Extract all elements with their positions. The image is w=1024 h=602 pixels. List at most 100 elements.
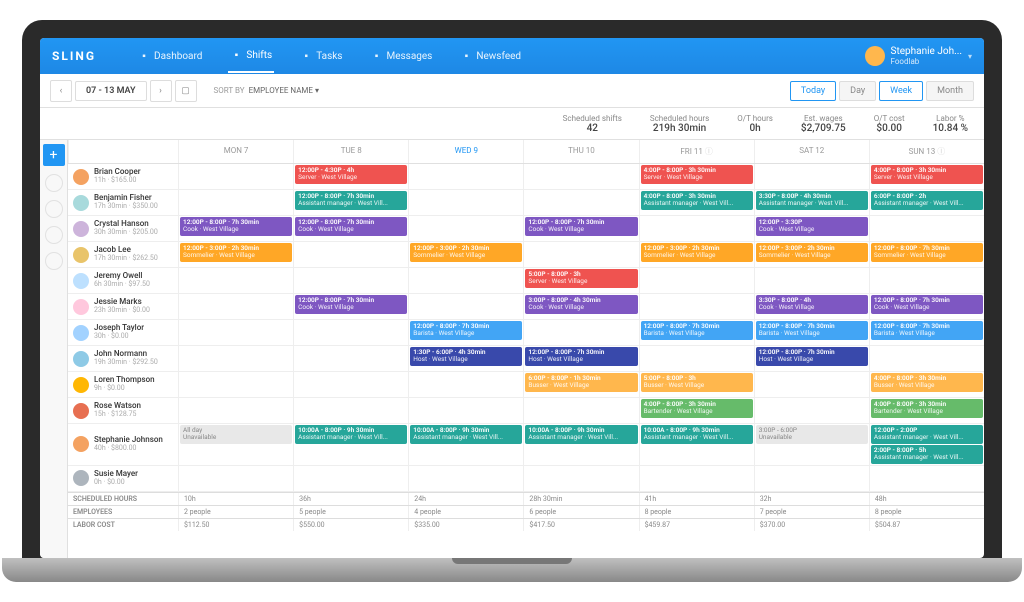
shift-block[interactable]: 12:00P - 3:00P · 2h 30minSommelier · Wes…	[641, 243, 753, 262]
shift-cell[interactable]: All dayUnavailable	[178, 424, 293, 465]
shift-cell[interactable]	[408, 466, 523, 491]
shift-block[interactable]: 12:00P - 3:30PCook · West Village	[756, 217, 868, 236]
week-view-button[interactable]: Week	[879, 81, 923, 101]
sort-dropdown[interactable]: EMPLOYEE NAME ▾	[249, 86, 319, 95]
shift-cell[interactable]: 10:00A - 8:00P · 9h 30minAssistant manag…	[639, 424, 754, 465]
nav-shifts[interactable]: ▪Shifts	[228, 39, 274, 73]
shift-block[interactable]: 1:30P - 6:00P · 4h 30minHost · West Vill…	[410, 347, 522, 366]
shift-block[interactable]: 12:00P - 2:00PAssistant manager · West V…	[871, 425, 983, 444]
shift-cell[interactable]	[639, 346, 754, 371]
shift-cell[interactable]	[293, 466, 408, 491]
shift-block[interactable]: 4:00P - 8:00P · 3h 30minBartender · West…	[871, 399, 983, 418]
month-view-button[interactable]: Month	[926, 81, 974, 101]
shift-cell[interactable]	[869, 466, 984, 491]
shift-cell[interactable]: 12:00P - 8:00P · 7h 30minCook · West Vil…	[293, 216, 408, 241]
shift-cell[interactable]: 12:00P - 8:00P · 7h 30minCook · West Vil…	[869, 294, 984, 319]
shift-block[interactable]: 12:00P - 8:00P · 7h 30minHost · West Vil…	[756, 347, 868, 366]
people-icon[interactable]	[45, 200, 63, 218]
shift-cell[interactable]: 5:00P - 8:00P · 3hBusser · West Village	[639, 372, 754, 397]
shift-cell[interactable]	[754, 372, 869, 397]
shift-cell[interactable]	[639, 216, 754, 241]
unavailable-block[interactable]: 3:00P - 6:00PUnavailable	[756, 425, 868, 444]
shift-block[interactable]: 12:00P - 8:00P · 7h 30minSommelier · Wes…	[871, 243, 983, 262]
employee-cell[interactable]: Crystal Hanson30h 30min · $205.00	[68, 216, 178, 241]
shift-cell[interactable]	[293, 346, 408, 371]
shift-cell[interactable]: 12:00P - 8:00P · 7h 30minAssistant manag…	[293, 190, 408, 215]
shift-block[interactable]: 3:30P - 8:00P · 4h 30minAssistant manage…	[756, 191, 868, 210]
shift-block[interactable]: 4:00P - 8:00P · 3h 30minBartender · West…	[641, 399, 753, 418]
shift-cell[interactable]: 12:00P - 3:30PCook · West Village	[754, 216, 869, 241]
shift-cell[interactable]	[178, 346, 293, 371]
filter-icon[interactable]	[45, 252, 63, 270]
shift-cell[interactable]: 12:00P - 8:00P · 7h 30minBarista · West …	[408, 320, 523, 345]
shift-cell[interactable]	[523, 466, 638, 491]
today-button[interactable]: Today	[790, 81, 836, 101]
nav-messages[interactable]: ▪Messages	[368, 40, 434, 72]
shift-cell[interactable]: 12:00P - 8:00P · 7h 30minHost · West Vil…	[523, 346, 638, 371]
day-view-button[interactable]: Day	[839, 81, 876, 101]
shift-cell[interactable]: 12:00P - 8:00P · 7h 30minBarista · West …	[754, 320, 869, 345]
unavailable-block[interactable]: All dayUnavailable	[180, 425, 292, 444]
shift-block[interactable]: 12:00P - 4:30P · 4hServer · West Village	[295, 165, 407, 184]
shift-block[interactable]: 10:00A - 8:00P · 9h 30minAssistant manag…	[641, 425, 753, 444]
add-shift-button[interactable]: +	[43, 144, 65, 166]
shift-block[interactable]: 3:00P - 8:00P · 4h 30minCook · West Vill…	[525, 295, 637, 314]
shift-block[interactable]: 3:30P - 8:00P · 4hCook · West Village	[756, 295, 868, 314]
shift-cell[interactable]: 12:00P - 8:00P · 7h 30minCook · West Vil…	[523, 216, 638, 241]
shift-cell[interactable]	[408, 294, 523, 319]
shift-cell[interactable]	[639, 268, 754, 293]
shift-block[interactable]: 4:00P - 8:00P · 3h 30minServer · West Vi…	[641, 165, 753, 184]
shift-cell[interactable]	[178, 294, 293, 319]
shift-cell[interactable]	[639, 466, 754, 491]
shift-block[interactable]: 6:00P - 8:00P · 1h 30minBusser · West Vi…	[525, 373, 637, 392]
shift-cell[interactable]: 12:00P - 2:00PAssistant manager · West V…	[869, 424, 984, 465]
shift-cell[interactable]	[293, 372, 408, 397]
shift-cell[interactable]	[523, 242, 638, 267]
shift-cell[interactable]	[408, 190, 523, 215]
shift-cell[interactable]	[408, 372, 523, 397]
shift-cell[interactable]: 12:00P - 3:00P · 2h 30minSommelier · Wes…	[639, 242, 754, 267]
employee-cell[interactable]: Jeremy Owell6h 30min · $97.50	[68, 268, 178, 293]
shift-cell[interactable]	[523, 190, 638, 215]
date-range[interactable]: 07 - 13 MAY	[75, 81, 147, 101]
shift-block[interactable]: 4:00P - 8:00P · 3h 30minAssistant manage…	[641, 191, 753, 210]
shift-cell[interactable]	[293, 268, 408, 293]
shift-block[interactable]: 12:00P - 8:00P · 7h 30minBarista · West …	[410, 321, 522, 340]
shift-block[interactable]: 12:00P - 8:00P · 7h 30minCook · West Vil…	[295, 295, 407, 314]
shift-cell[interactable]: 12:00P - 4:30P · 4hServer · West Village	[293, 164, 408, 189]
shift-cell[interactable]	[754, 164, 869, 189]
employee-cell[interactable]: Joseph Taylor30h · $0.00	[68, 320, 178, 345]
shift-block[interactable]: 4:00P - 8:00P · 3h 30minBusser · West Vi…	[871, 373, 983, 392]
shift-block[interactable]: 12:00P - 3:00P · 2h 30minSommelier · Wes…	[756, 243, 868, 262]
shift-block[interactable]: 12:00P - 3:00P · 2h 30minSommelier · Wes…	[180, 243, 292, 262]
shift-cell[interactable]: 3:00P - 8:00P · 4h 30minCook · West Vill…	[523, 294, 638, 319]
shift-cell[interactable]	[523, 320, 638, 345]
shift-block[interactable]: 12:00P - 8:00P · 7h 30minCook · West Vil…	[295, 217, 407, 236]
shift-cell[interactable]: 12:00P - 8:00P · 7h 30minHost · West Vil…	[754, 346, 869, 371]
shift-cell[interactable]: 12:00P - 3:00P · 2h 30minSommelier · Wes…	[178, 242, 293, 267]
shift-block[interactable]: 12:00P - 3:00P · 2h 30minSommelier · Wes…	[410, 243, 522, 262]
shift-cell[interactable]	[869, 346, 984, 371]
shift-cell[interactable]: 12:00P - 8:00P · 7h 30minBarista · West …	[639, 320, 754, 345]
shift-block[interactable]: 12:00P - 8:00P · 7h 30minCook · West Vil…	[180, 217, 292, 236]
location-icon[interactable]	[45, 174, 63, 192]
employee-cell[interactable]: Jessie Marks23h 30min · $0.00	[68, 294, 178, 319]
shift-cell[interactable]: 12:00P - 8:00P · 7h 30minSommelier · Wes…	[869, 242, 984, 267]
shift-block[interactable]: 5:00P - 8:00P · 3hBusser · West Village	[641, 373, 753, 392]
shift-cell[interactable]	[408, 164, 523, 189]
shift-cell[interactable]: 12:00P - 8:00P · 7h 30minCook · West Vil…	[293, 294, 408, 319]
nav-tasks[interactable]: ▪Tasks	[298, 40, 344, 72]
shift-cell[interactable]	[754, 268, 869, 293]
shift-cell[interactable]	[178, 398, 293, 423]
shift-block[interactable]: 2:00P - 8:00P · 5hAssistant manager · We…	[871, 445, 983, 464]
nav-newsfeed[interactable]: ▪Newsfeed	[458, 40, 523, 72]
next-week-button[interactable]: ›	[150, 80, 172, 102]
shift-cell[interactable]	[408, 216, 523, 241]
shift-cell[interactable]: 3:30P - 8:00P · 4hCook · West Village	[754, 294, 869, 319]
shift-cell[interactable]	[293, 242, 408, 267]
shift-block[interactable]: 12:00P - 8:00P · 7h 30minAssistant manag…	[295, 191, 407, 210]
shift-cell[interactable]: 4:00P - 8:00P · 3h 30minBartender · West…	[639, 398, 754, 423]
user-menu[interactable]: Stephanie Joh... Foodlab ▾	[865, 46, 972, 66]
shift-cell[interactable]: 10:00A - 8:00P · 9h 30minAssistant manag…	[408, 424, 523, 465]
shift-cell[interactable]	[639, 294, 754, 319]
